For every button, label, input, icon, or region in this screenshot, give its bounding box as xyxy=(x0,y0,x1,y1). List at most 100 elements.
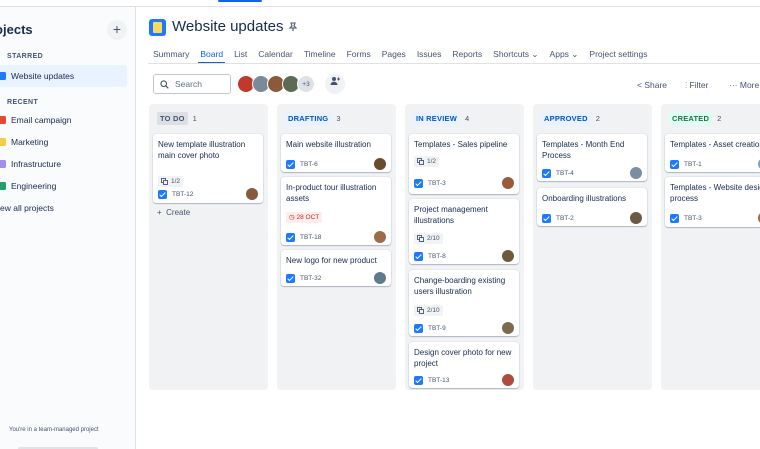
more-members-badge[interactable]: +3 xyxy=(297,75,315,93)
card-title: New logo for new product xyxy=(286,256,377,265)
assignee-avatar[interactable] xyxy=(502,250,514,262)
sidebar-item-engineering[interactable]: Engineering xyxy=(0,175,127,197)
assignee-avatar[interactable] xyxy=(246,188,258,200)
member-avatars: +3 xyxy=(237,75,315,93)
share-button[interactable]: < Share xyxy=(637,80,667,90)
subtask-badge: 1/2 xyxy=(414,156,440,167)
search-placeholder: Search xyxy=(175,79,202,89)
view-all-projects-link[interactable]: ew all projects xyxy=(0,197,127,219)
issue-key[interactable]: TBT-32 xyxy=(300,275,321,282)
column-header: TO DO 1 xyxy=(149,104,268,132)
card-title: Project management illustrations xyxy=(414,205,488,225)
column-title: APPROVED xyxy=(541,111,591,125)
subtask-icon xyxy=(417,307,424,314)
subtask-badge: 2/10 xyxy=(414,233,443,244)
issue-key[interactable]: TBT-6 xyxy=(300,161,318,168)
issue-card[interactable]: Templates - Sales pipeline 1/2 TBT-3 xyxy=(409,134,519,194)
search-input[interactable]: Search xyxy=(153,74,231,94)
column-title: IN REVIEW xyxy=(413,111,460,125)
sidebar-item-infrastructure[interactable]: Infrastructure xyxy=(0,153,127,175)
sidebar-item-marketing[interactable]: Marketing xyxy=(0,131,127,153)
tab-project-settings[interactable]: Project settings xyxy=(589,49,647,60)
column-count: 4 xyxy=(464,113,470,123)
column-count: 1 xyxy=(192,113,197,123)
task-type-icon xyxy=(286,160,295,169)
issue-key[interactable]: TBT-12 xyxy=(172,191,193,198)
column-count: 2 xyxy=(595,113,600,123)
pin-icon[interactable] xyxy=(288,22,298,34)
issue-key[interactable]: TBT-9 xyxy=(428,325,446,332)
issue-card[interactable]: New template illustration main cover pho… xyxy=(153,134,263,203)
search-icon xyxy=(160,79,169,89)
assignee-avatar[interactable] xyxy=(630,167,642,179)
issue-key[interactable]: TBT-3 xyxy=(684,215,702,222)
issue-key[interactable]: TBT-4 xyxy=(556,170,574,177)
board-column-created: CREATED 2 Templates - Asset creation TBT-1 T… xyxy=(661,104,760,390)
issue-card[interactable]: Change-boarding existing users illustrat… xyxy=(409,270,519,336)
issue-card[interactable]: Onboarding illustrations TBT-2 xyxy=(537,188,647,226)
filter-button[interactable]: ⫶ Filter xyxy=(685,80,708,91)
project-icon xyxy=(0,160,6,168)
assignee-avatar[interactable] xyxy=(374,272,386,284)
sidebar-item-website-updates[interactable]: Website updates xyxy=(0,65,127,87)
issue-key[interactable]: TBT-2 xyxy=(556,215,574,222)
task-type-icon xyxy=(414,376,423,385)
column-title: CREATED xyxy=(669,111,713,125)
column-header: CREATED 2 xyxy=(661,104,760,132)
tab-shortcuts[interactable]: Shortcuts ⌄ xyxy=(493,49,538,60)
add-project-button[interactable]: + xyxy=(107,20,127,40)
assignee-avatar[interactable] xyxy=(502,374,514,386)
board-column-in-review: IN REVIEW 4 Templates - Sales pipeline 1/2 T… xyxy=(405,104,524,390)
assignee-avatar[interactable] xyxy=(502,177,514,189)
project-tabs: Summary Board List Calendar Timeline For… xyxy=(153,49,659,64)
sidebar-item-label: Website updates xyxy=(11,71,75,81)
issue-card[interactable]: Project management illustrations 2/10 TBT-… xyxy=(409,199,519,264)
tab-summary[interactable]: Summary xyxy=(153,49,189,60)
issue-card[interactable]: New logo for new product TBT-32 xyxy=(281,250,391,286)
subtask-badge: 2/10 xyxy=(414,305,443,316)
tab-pages[interactable]: Pages xyxy=(382,49,406,60)
issue-card[interactable]: Main website illustration TBT-6 xyxy=(281,134,391,172)
tab-issues[interactable]: Issues xyxy=(417,49,442,60)
task-type-icon xyxy=(286,274,295,283)
filter-icon: ⫶ xyxy=(685,80,688,90)
sidebar-item-email-campaign[interactable]: Email campaign xyxy=(0,109,127,131)
project-icon xyxy=(0,182,6,190)
tab-list[interactable]: List xyxy=(234,49,247,60)
issue-card[interactable]: Templates - Website design process TBT-3 xyxy=(665,177,760,227)
card-title: Change-boarding existing users illustrat… xyxy=(414,276,506,296)
issue-key[interactable]: TBT-13 xyxy=(428,377,449,384)
issue-card[interactable]: Templates - Asset creation TBT-1 xyxy=(665,134,760,172)
issue-key[interactable]: TBT-18 xyxy=(300,234,321,241)
add-people-button[interactable] xyxy=(325,74,345,94)
tab-timeline[interactable]: Timeline xyxy=(304,49,336,60)
card-title: In-product tour illustration assets xyxy=(286,183,377,203)
project-icon xyxy=(0,116,6,124)
board-column-drafting: DRAFTING 3 Main website illustration TBT-6 I… xyxy=(277,104,396,390)
tab-calendar[interactable]: Calendar xyxy=(258,49,293,60)
issue-key[interactable]: TBT-8 xyxy=(428,253,446,260)
issue-card[interactable]: In-product tour illustration assets ◷ 28 … xyxy=(281,177,391,245)
card-title: Templates - Month End Process xyxy=(542,140,625,160)
tab-forms[interactable]: Forms xyxy=(347,49,371,60)
card-title: New template illustration main cover pho… xyxy=(158,140,246,160)
more-button[interactable]: ··· More xyxy=(729,80,759,90)
issue-key[interactable]: TBT-3 xyxy=(428,180,446,187)
issue-card[interactable]: Templates - Month End Process TBT-4 xyxy=(537,134,647,181)
task-type-icon xyxy=(414,252,423,261)
card-title: Templates - Website design process xyxy=(670,183,760,203)
tab-board[interactable]: Board xyxy=(198,49,225,64)
tabs-divider xyxy=(148,63,760,64)
tab-apps[interactable]: Apps ⌄ xyxy=(550,49,579,60)
project-icon xyxy=(0,138,6,146)
issue-key[interactable]: TBT-1 xyxy=(684,161,702,168)
assignee-avatar[interactable] xyxy=(502,322,514,334)
issue-card[interactable]: Design cover photo for new project TBT-13 xyxy=(409,342,519,388)
assignee-avatar[interactable] xyxy=(630,212,642,224)
assignee-avatar[interactable] xyxy=(374,231,386,243)
create-issue-button[interactable]: + Create xyxy=(157,208,190,217)
due-date-badge: ◷ 28 OCT xyxy=(286,212,323,223)
tab-reports[interactable]: Reports xyxy=(452,49,482,60)
view-all-label: ew all projects xyxy=(0,203,54,213)
assignee-avatar[interactable] xyxy=(374,158,386,170)
